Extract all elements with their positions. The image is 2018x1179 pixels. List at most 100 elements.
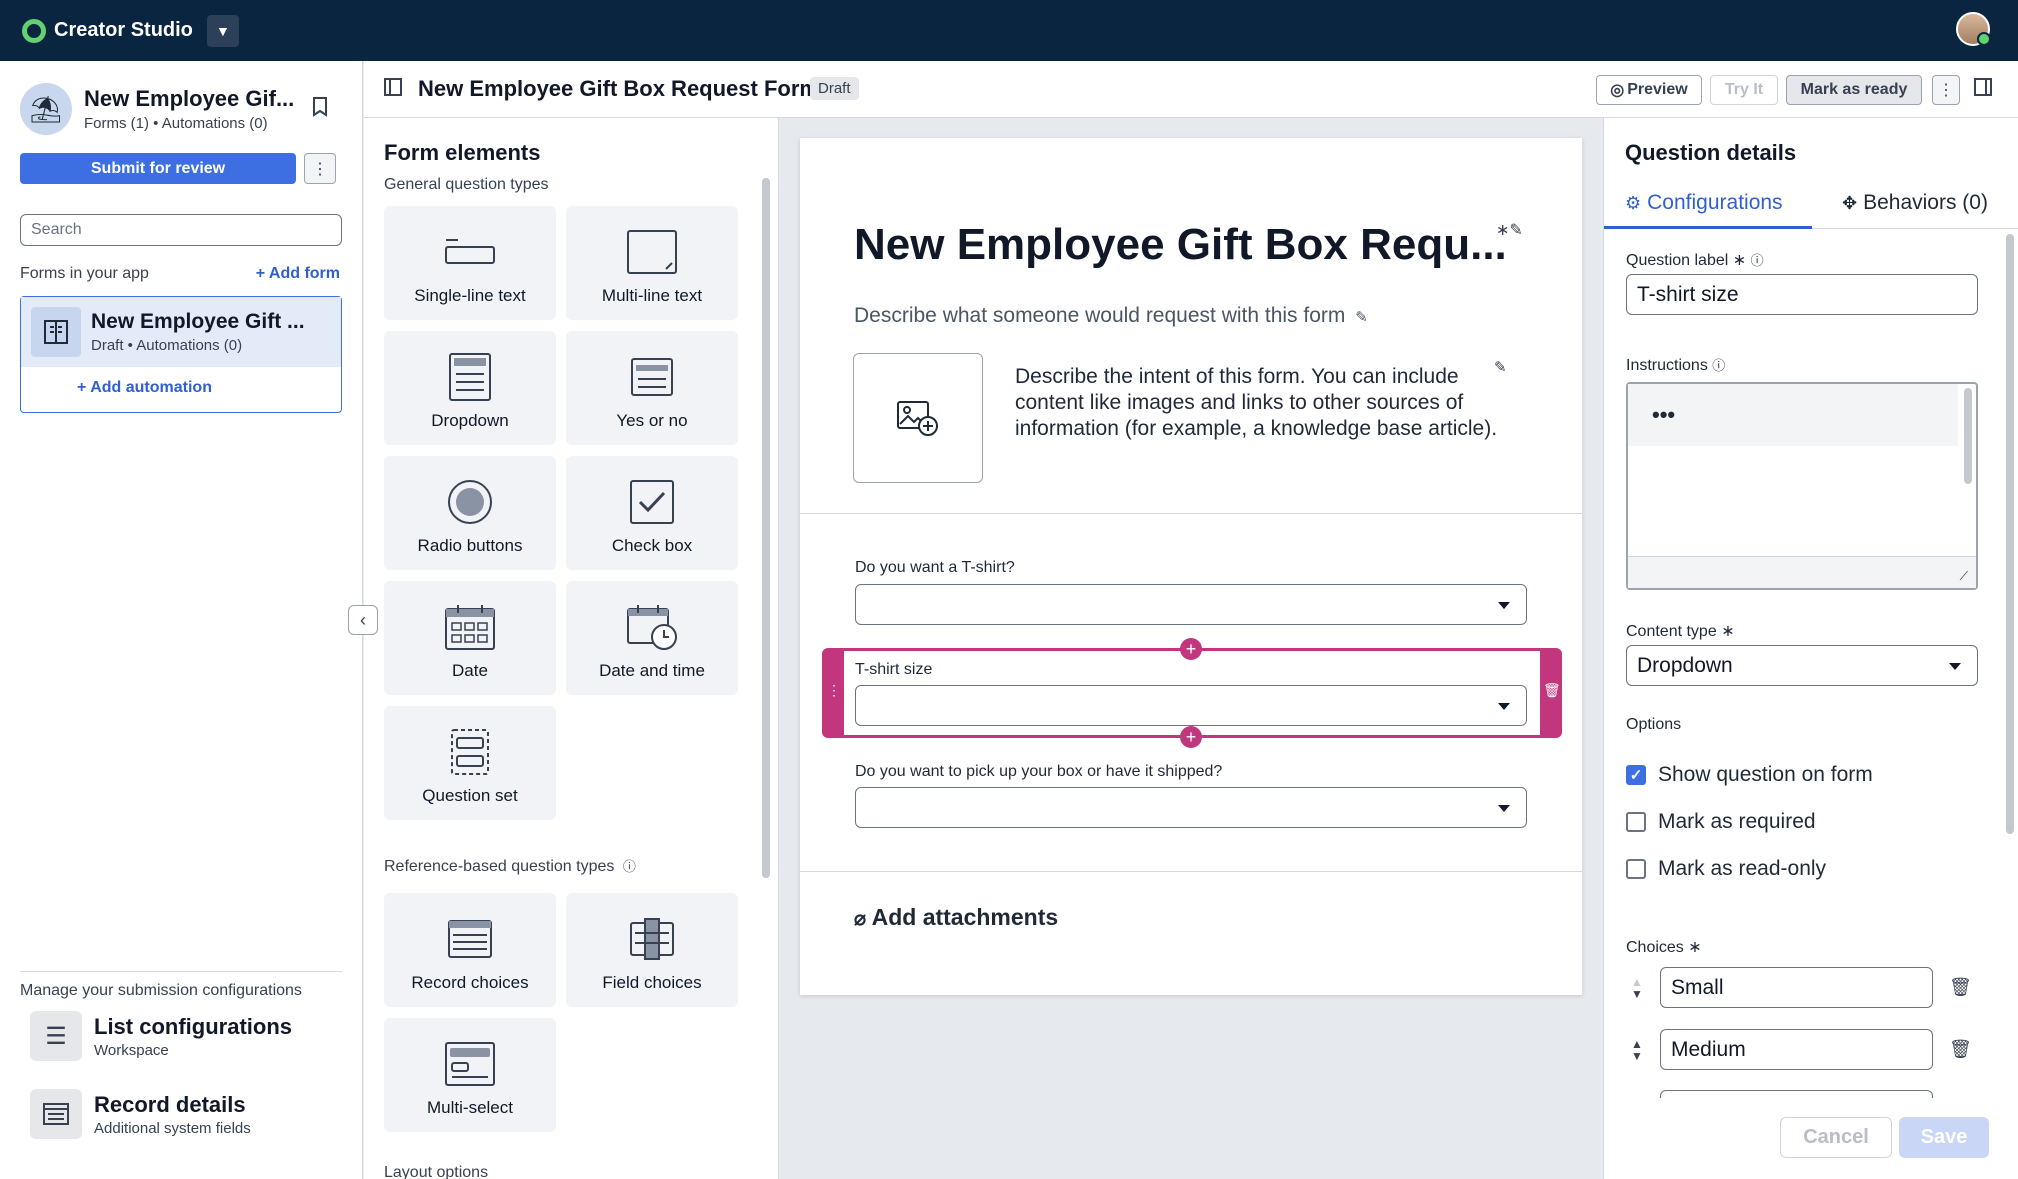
list-configurations-link[interactable]: ☰ List configurations Workspace <box>30 1011 292 1061</box>
list-configurations-title: List configurations <box>94 1013 292 1039</box>
tile-yes-or-no[interactable]: Yes or no <box>566 331 738 445</box>
option-mark-read-only[interactable]: Mark as read-only <box>1626 857 1826 881</box>
tile-label: Field choices <box>602 973 702 992</box>
question-dropdown[interactable] <box>855 787 1527 828</box>
add-question-above-icon[interactable]: + <box>1180 638 1202 660</box>
editor-toolbar: ••• <box>1628 384 1958 446</box>
resize-handle-icon[interactable]: ⟋ <box>1960 569 1968 584</box>
question-details-panel: Question details ⚙ Configurations ✥ Beha… <box>1603 118 2018 1179</box>
question-set-icon <box>444 728 496 776</box>
editor-scrollbar[interactable] <box>1964 388 1972 484</box>
question-label-title: Question label ∗ ⓘ <box>1626 250 1764 270</box>
content-type-text: Content type <box>1626 623 1717 640</box>
add-attachments-button[interactable]: ⌀ Add attachments <box>854 904 1058 931</box>
choice-input[interactable]: Medium <box>1660 1029 1933 1070</box>
tile-multi-select[interactable]: Multi-select <box>384 1018 556 1132</box>
form-card[interactable]: New Employee Gift ... Draft • Automation… <box>20 296 342 413</box>
preview-button[interactable]: ◎ Preview <box>1596 75 1702 105</box>
search-input[interactable]: Search <box>20 214 342 246</box>
trash-icon[interactable]: 🗑 <box>1949 1039 1972 1060</box>
checkbox-icon[interactable] <box>1626 812 1646 832</box>
mark-as-ready-button[interactable]: Mark as ready <box>1786 75 1922 105</box>
tile-check-box[interactable]: Check box <box>566 456 738 570</box>
tile-multi-line-text[interactable]: Multi-line text <box>566 206 738 320</box>
tile-record-choices[interactable]: Record choices <box>384 893 556 1007</box>
checkbox-checked-icon[interactable]: ✓ <box>1626 765 1646 785</box>
add-automation-link[interactable]: + Add automation <box>77 379 212 397</box>
dropdown-icon <box>444 353 496 401</box>
app-header: ⛱ New Employee Gif... Forms (1) • Automa… <box>20 83 350 135</box>
form-intent-text[interactable]: Describe the intent of this form. You ca… <box>1015 364 1505 442</box>
tile-radio-buttons[interactable]: Radio buttons <box>384 456 556 570</box>
tab-configurations[interactable]: ⚙ Configurations <box>1625 191 1783 215</box>
checkbox-icon[interactable] <box>1626 859 1646 879</box>
record-details-link[interactable]: Record details Additional system fields <box>30 1089 251 1139</box>
choice-input[interactable]: Small <box>1660 967 1933 1008</box>
intent-pencil-icon[interactable]: ✎ <box>1494 358 1507 376</box>
delete-question-icon[interactable]: 🗑 <box>1543 682 1561 699</box>
option-label: Mark as read-only <box>1658 857 1827 880</box>
tile-dropdown[interactable]: Dropdown <box>384 331 556 445</box>
calendar-clock-icon <box>626 603 678 651</box>
choice-input-partial[interactable] <box>1660 1090 1933 1098</box>
submit-for-review-button[interactable]: Submit for review <box>20 153 296 184</box>
tile-question-set[interactable]: Question set <box>384 706 556 820</box>
reorder-arrows-icon[interactable]: ▲ ▼ <box>1626 1038 1648 1062</box>
option-show-question[interactable]: ✓ Show question on form <box>1626 763 1873 787</box>
options-title: Options <box>1626 716 1682 733</box>
form-document-icon <box>31 307 81 357</box>
save-button[interactable]: Save <box>1899 1117 1989 1158</box>
paperclip-icon: ⌀ <box>854 908 867 930</box>
elements-scrollbar[interactable] <box>762 178 770 878</box>
option-mark-required[interactable]: Mark as required <box>1626 810 1816 834</box>
details-panel-toggle-icon[interactable] <box>1974 78 1992 102</box>
multi-select-icon <box>444 1040 496 1088</box>
app-logo[interactable]: Creator Studio <box>22 18 193 43</box>
reorder-arrows-icon[interactable]: ▲ ▼ <box>1626 976 1648 1000</box>
try-it-button[interactable]: Try It <box>1710 75 1778 105</box>
canvas-form-title[interactable]: New Employee Gift Box Requ... <box>854 220 1507 270</box>
content-type-select[interactable]: Dropdown <box>1626 645 1978 686</box>
details-scrollbar[interactable] <box>2006 234 2014 834</box>
info-icon[interactable]: ⓘ <box>623 859 636 874</box>
required-edit-icon[interactable]: ∗✎ <box>1496 220 1523 240</box>
header-more-options-icon[interactable]: ⋮ <box>1932 75 1960 105</box>
top-bar: Creator Studio ▼ <box>0 0 2018 61</box>
question-label-input[interactable]: T-shirt size <box>1626 274 1978 315</box>
info-icon[interactable]: ⓘ <box>1751 253 1764 268</box>
more-options-icon[interactable]: ⋮ <box>304 153 336 184</box>
caret-down-icon[interactable]: ▼ <box>206 14 239 47</box>
bookmark-icon[interactable] <box>312 97 328 123</box>
user-avatar[interactable] <box>1956 12 1991 46</box>
question-dropdown[interactable] <box>855 685 1527 726</box>
tile-date-and-time[interactable]: Date and time <box>566 581 738 695</box>
tile-date[interactable]: Date <box>384 581 556 695</box>
form-elements-title: Form elements <box>384 140 541 165</box>
forms-section-label: Forms in your app <box>20 265 149 282</box>
drag-handle-icon[interactable]: ⋮⋮ <box>827 682 855 699</box>
add-question-below-icon[interactable]: + <box>1180 726 1202 748</box>
question-label-text: Question label <box>1626 252 1729 269</box>
trash-icon[interactable]: 🗑 <box>1949 977 1972 998</box>
tab-behaviors[interactable]: ✥ Behaviors (0) <box>1842 191 1988 215</box>
required-icon: ∗ <box>1721 623 1735 640</box>
pencil-icon[interactable]: ✎ <box>1355 309 1368 326</box>
form-elements-panel: Form elements General question types Sin… <box>364 118 779 1179</box>
tab-configurations-label: Configurations <box>1647 191 1783 214</box>
instructions-editor[interactable]: ••• ⟋ <box>1626 382 1978 590</box>
more-toolbar-icon[interactable]: ••• <box>1652 402 1675 428</box>
tile-field-choices[interactable]: Field choices <box>566 893 738 1007</box>
form-description[interactable]: Describe what someone would request with… <box>854 304 1368 328</box>
cancel-button[interactable]: Cancel <box>1780 1117 1892 1158</box>
field-choices-icon <box>626 915 678 963</box>
collapse-panel-icon[interactable]: ‹ <box>348 605 378 635</box>
editor-status-bar: ⟋ <box>1628 556 1976 588</box>
info-icon[interactable]: ⓘ <box>1712 358 1725 373</box>
add-image-button[interactable] <box>853 353 983 483</box>
side-panel-icon[interactable] <box>384 78 402 102</box>
question-dropdown[interactable] <box>855 584 1527 625</box>
yes-or-no-icon <box>626 353 678 401</box>
form-card-subtitle: Draft • Automations (0) <box>91 337 243 354</box>
tile-single-line-text[interactable]: Single-line text <box>384 206 556 320</box>
add-form-link[interactable]: + Add form <box>256 265 340 283</box>
